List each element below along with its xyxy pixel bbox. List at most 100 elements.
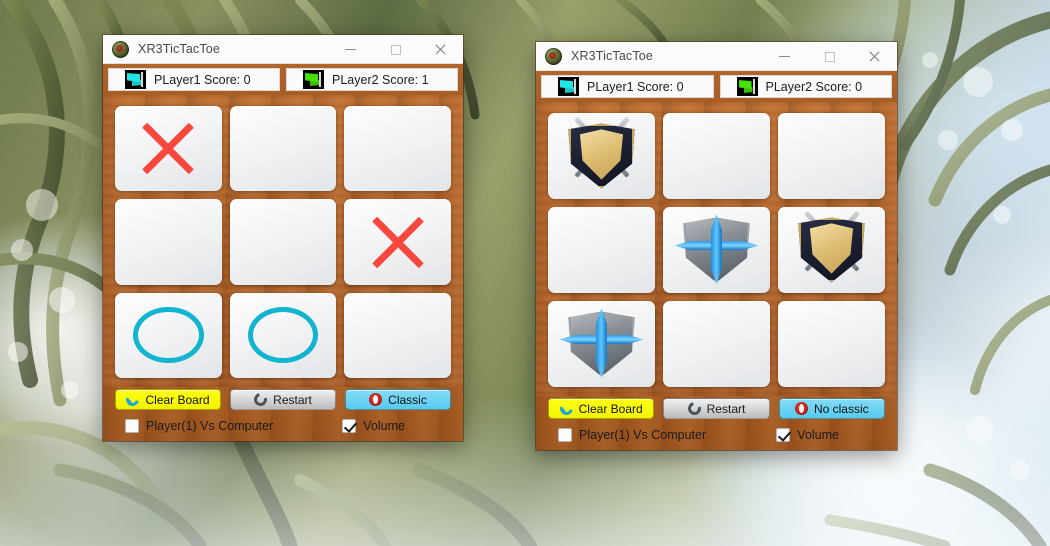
- titlebar[interactable]: XR3TicTacToe: [103, 35, 463, 64]
- shield-app-icon: [112, 40, 129, 58]
- blue-cross-shield-icon: [672, 213, 762, 287]
- restart-button[interactable]: Restart: [230, 389, 336, 410]
- x-mark-icon: [135, 122, 201, 175]
- volume-checkbox[interactable]: Volume: [342, 419, 405, 433]
- window-title: XR3TicTacToe: [571, 49, 653, 63]
- cell-1-1[interactable]: [229, 199, 337, 285]
- volume-checkbox[interactable]: Volume: [776, 428, 839, 442]
- x-mark-icon: [365, 216, 431, 269]
- action-button-row: Clear Board Restart No classic: [536, 396, 897, 419]
- window-controls: [762, 42, 897, 71]
- cell-0-1[interactable]: [229, 106, 337, 192]
- maximize-icon: [824, 51, 835, 62]
- classic-toggle-label: Classic: [388, 392, 427, 407]
- cell-2-1[interactable]: [663, 301, 770, 387]
- restart-label: Restart: [273, 392, 312, 407]
- volume-label: Volume: [363, 419, 405, 433]
- player-vs-computer-label: Player(1) Vs Computer: [146, 419, 274, 433]
- blue-cross-shield-icon: [557, 307, 647, 381]
- shield-app-icon: [545, 47, 562, 65]
- cell-0-2[interactable]: [778, 113, 885, 199]
- checkbox-box[interactable]: [776, 428, 791, 442]
- clear-board-label: Clear Board: [145, 392, 210, 407]
- cell-0-2[interactable]: [344, 106, 451, 192]
- classic-toggle-label: No classic: [813, 401, 869, 416]
- window-classic[interactable]: XR3TicTacToe PLayer1 Score: 0 PLayer2 Sc…: [103, 35, 463, 441]
- gold-shield-icon: [557, 117, 647, 193]
- player-vs-computer-checkbox[interactable]: Player(1) Vs Computer: [558, 428, 706, 442]
- player1-score-panel: PLayer1 Score: 0: [541, 75, 714, 98]
- desktop-wallpaper: XR3TicTacToe PLayer1 Score: 0 PLayer2 Sc…: [0, 0, 1050, 546]
- restart-button[interactable]: Restart: [663, 398, 770, 419]
- clear-board-button[interactable]: Clear Board: [115, 389, 221, 410]
- minimize-icon: [779, 56, 790, 57]
- close-icon: [868, 50, 881, 63]
- options-row: Player(1) Vs Computer Volume: [103, 410, 463, 441]
- cell-2-2[interactable]: [778, 301, 885, 387]
- green-flag-icon: [736, 77, 758, 96]
- player2-score-panel: PLayer2 Score: 1: [286, 68, 458, 91]
- clear-board-label: Clear Board: [578, 401, 643, 416]
- player2-score-label: PLayer2 Score: 0: [765, 79, 863, 94]
- player1-score-panel: PLayer1 Score: 0: [108, 68, 280, 91]
- titlebar[interactable]: XR3TicTacToe: [536, 42, 897, 71]
- refresh-icon: [124, 390, 142, 409]
- maximize-icon: [390, 44, 401, 55]
- score-bar: PLayer1 Score: 0 PLayer2 Score: 1: [103, 64, 463, 95]
- board-area: [103, 95, 463, 387]
- player2-score-panel: PLayer2 Score: 0: [719, 75, 892, 98]
- cell-1-1[interactable]: [663, 207, 770, 293]
- action-button-row: Clear Board Restart Classic: [103, 387, 463, 410]
- board-area: [536, 102, 897, 396]
- tictactoe-grid: [548, 113, 885, 387]
- cell-2-1[interactable]: [229, 292, 337, 378]
- refresh-icon: [557, 399, 576, 418]
- green-flag-icon: [303, 70, 324, 89]
- o-mark-icon: [247, 307, 319, 364]
- score-bar: PLayer1 Score: 0 PLayer2 Score: 0: [536, 71, 897, 102]
- maximize-button[interactable]: [373, 35, 418, 64]
- minimize-button[interactable]: [762, 42, 807, 71]
- cell-1-0[interactable]: [115, 199, 222, 285]
- window-no-classic[interactable]: XR3TicTacToe PLayer1 Score: 0 PLayer2 Sc…: [536, 42, 897, 450]
- restart-icon: [251, 390, 270, 409]
- cell-0-1[interactable]: [663, 113, 770, 199]
- clear-board-button[interactable]: Clear Board: [548, 398, 655, 419]
- cell-1-2[interactable]: [778, 207, 885, 293]
- restart-label: Restart: [706, 401, 746, 416]
- minimize-button[interactable]: [328, 35, 373, 64]
- cell-2-2[interactable]: [344, 292, 451, 378]
- window-controls: [328, 35, 463, 64]
- cell-2-0[interactable]: [548, 301, 655, 387]
- cyan-flag-icon: [558, 77, 579, 96]
- tictactoe-grid: [115, 106, 451, 378]
- close-button[interactable]: [852, 42, 897, 71]
- player2-score-label: PLayer2 Score: 1: [332, 72, 429, 87]
- player1-score-label: PLayer1 Score: 0: [587, 79, 684, 94]
- cell-0-0[interactable]: [115, 106, 222, 192]
- checkbox-box[interactable]: [125, 419, 139, 433]
- gold-shield-icon: [787, 211, 877, 287]
- player-vs-computer-label: Player(1) Vs Computer: [579, 428, 707, 442]
- close-icon: [434, 43, 447, 56]
- classic-toggle-button[interactable]: Classic: [345, 389, 451, 410]
- cyan-flag-icon: [125, 70, 146, 89]
- player1-score-label: PLayer1 Score: 0: [154, 72, 251, 87]
- opera-o-icon: [369, 393, 383, 406]
- cell-1-0[interactable]: [548, 207, 655, 293]
- options-row: Player(1) Vs Computer Volume: [536, 419, 897, 450]
- cell-0-0[interactable]: [548, 113, 655, 199]
- window-title: XR3TicTacToe: [138, 42, 220, 56]
- minimize-icon: [345, 49, 356, 50]
- close-button[interactable]: [418, 35, 463, 64]
- classic-toggle-button[interactable]: No classic: [778, 398, 885, 419]
- checkbox-box[interactable]: [342, 419, 357, 433]
- player-vs-computer-checkbox[interactable]: Player(1) Vs Computer: [125, 419, 273, 433]
- volume-label: Volume: [797, 428, 839, 442]
- cell-2-0[interactable]: [115, 292, 222, 378]
- cell-1-2[interactable]: [344, 199, 451, 285]
- restart-icon: [685, 399, 704, 418]
- maximize-button[interactable]: [807, 42, 852, 71]
- opera-o-icon: [794, 402, 808, 415]
- checkbox-box[interactable]: [558, 428, 572, 442]
